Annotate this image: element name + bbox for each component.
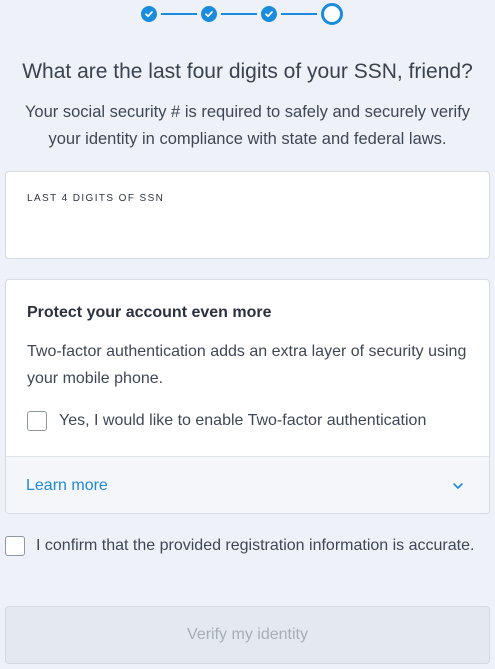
chevron-down-icon[interactable] [451,479,465,493]
step-connector [281,13,317,15]
two-factor-checkbox[interactable] [27,411,47,431]
progress-stepper [141,3,343,25]
verify-identity-button[interactable]: Verify my identity [5,606,490,664]
two-factor-checkbox-label[interactable]: Yes, I would like to enable Two-factor a… [59,412,426,430]
ssn-field[interactable]: LAST 4 DIGITS OF SSN [5,171,490,259]
learn-more-toggle[interactable]: Learn more [6,456,489,513]
two-factor-option[interactable]: Yes, I would like to enable Two-factor a… [27,411,426,431]
step-connector [161,13,197,15]
ssn-field-label: LAST 4 DIGITS OF SSN [27,193,165,204]
step-3-complete-icon [261,6,277,22]
learn-more-link[interactable]: Learn more [26,477,108,495]
ssn-input[interactable] [26,212,466,242]
two-factor-card: Protect your account even more Two-facto… [5,279,490,514]
confirm-checkbox-label[interactable]: I confirm that the provided registration… [36,532,474,559]
confirm-checkbox[interactable] [5,536,25,556]
step-4-current-icon [321,3,343,25]
page-title: What are the last four digits of your SS… [22,60,473,83]
step-2-complete-icon [201,6,217,22]
two-factor-heading: Protect your account even more [27,304,272,321]
step-1-complete-icon [141,6,157,22]
ssn-verification-page: What are the last four digits of your SS… [0,0,495,669]
page-subtitle: Your social security # is required to sa… [24,103,471,148]
confirm-option[interactable]: I confirm that the provided registration… [5,535,475,559]
step-connector [221,13,257,15]
two-factor-description: Two-factor authentication adds an extra … [27,343,467,387]
